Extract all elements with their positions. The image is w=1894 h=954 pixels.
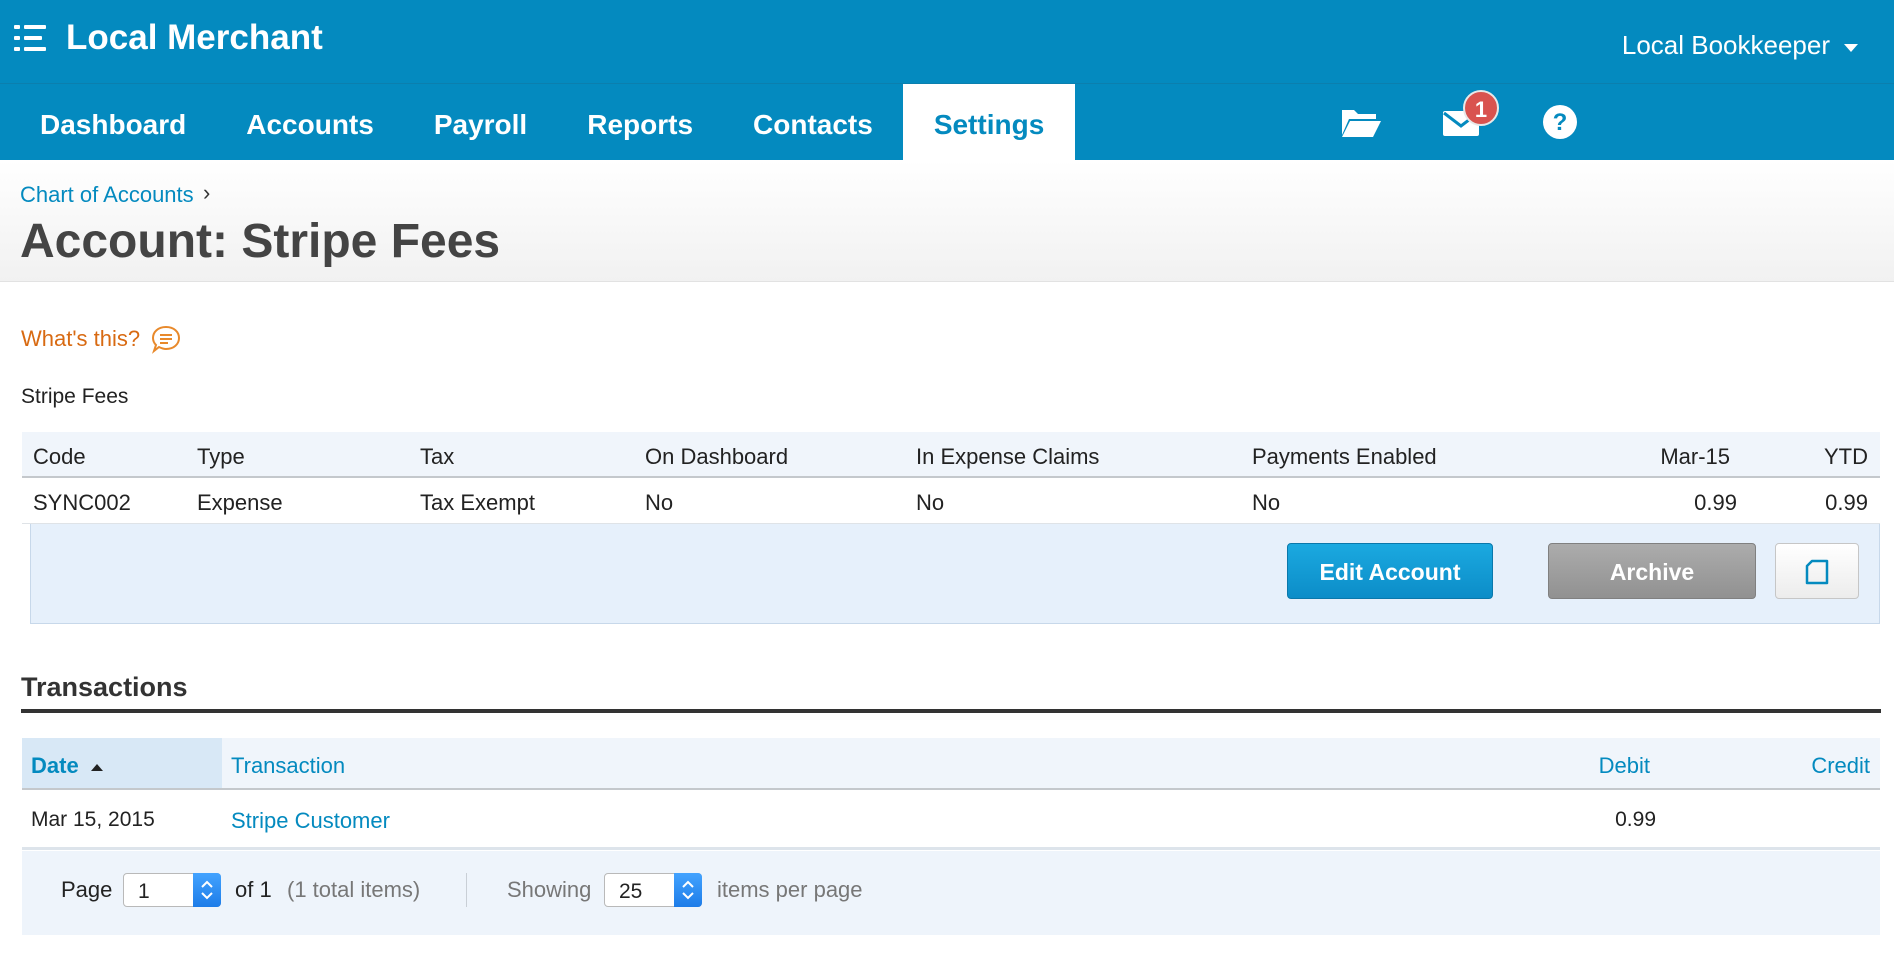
nav-accounts[interactable]: Accounts xyxy=(216,84,404,160)
transactions-header-row: Date Transaction Debit Credit xyxy=(22,738,1880,790)
nav-contacts[interactable]: Contacts xyxy=(723,84,903,160)
account-actions-bar: Edit Account Archive xyxy=(30,524,1880,624)
chevron-down-icon[interactable] xyxy=(1844,44,1858,52)
tx-date: Mar 15, 2015 xyxy=(31,808,155,831)
page-header: Chart of Accounts › Account: Stripe Fees xyxy=(0,160,1894,282)
total-items-label: (1 total items) xyxy=(287,877,421,902)
page-value: 1 xyxy=(138,880,150,903)
transactions-table: Date Transaction Debit Credit Mar 15, 20… xyxy=(22,738,1880,850)
cell-on-dashboard: No xyxy=(645,490,674,515)
user-menu[interactable]: Local Bookkeeper xyxy=(1622,30,1830,61)
cell-ytd: 0.99 xyxy=(1825,490,1868,515)
table-row: Mar 15, 2015 Stripe Customer 0.99 xyxy=(22,790,1880,850)
showing-label: Showing xyxy=(507,877,592,902)
nav-settings[interactable]: Settings xyxy=(902,84,1076,160)
org-name[interactable]: Local Merchant xyxy=(66,18,323,58)
stepper-arrows-icon[interactable] xyxy=(193,873,221,907)
table-header-row: Code Type Tax On Dashboard In Expense Cl… xyxy=(22,432,1880,478)
breadcrumb-chart-of-accounts[interactable]: Chart of Accounts xyxy=(20,182,194,208)
whats-this-link[interactable]: What's this? xyxy=(21,324,182,354)
cell-mar-15: 0.99 xyxy=(1694,490,1737,515)
col-credit[interactable]: Credit xyxy=(1811,753,1870,779)
col-in-expense-claims: In Expense Claims xyxy=(916,444,1100,469)
copy-icon xyxy=(1805,559,1829,585)
edit-account-button[interactable]: Edit Account xyxy=(1287,543,1493,599)
col-type: Type xyxy=(197,444,245,469)
col-payments-enabled: Payments Enabled xyxy=(1252,444,1437,469)
tx-debit: 0.99 xyxy=(1615,808,1656,831)
org-switcher[interactable]: Local Merchant xyxy=(14,18,323,58)
nav-reports[interactable]: Reports xyxy=(557,84,723,160)
top-header: Local Merchant Local Bookkeeper Dashboar… xyxy=(0,0,1894,160)
cell-in-expense-claims: No xyxy=(916,490,945,515)
help-icon[interactable]: ? xyxy=(1540,102,1584,142)
page-label: Page xyxy=(61,877,113,902)
cell-code: SYNC002 xyxy=(33,490,131,515)
copy-button[interactable] xyxy=(1775,543,1859,599)
menu-icon[interactable] xyxy=(14,23,46,53)
speech-bubble-icon xyxy=(152,325,181,354)
mail-badge: 1 xyxy=(1463,90,1499,126)
account-name: Stripe Fees xyxy=(21,385,129,408)
pager-divider xyxy=(466,873,467,907)
nav-payroll[interactable]: Payroll xyxy=(404,84,557,160)
col-code: Code xyxy=(33,444,86,469)
col-tax: Tax xyxy=(420,444,455,469)
cell-tax: Tax Exempt xyxy=(420,490,535,515)
breadcrumb-separator: › xyxy=(203,180,211,205)
transactions-heading: Transactions xyxy=(21,672,188,702)
cell-payments-enabled: No xyxy=(1252,490,1281,515)
svg-text:?: ? xyxy=(1553,109,1568,136)
cell-type: Expense xyxy=(197,490,283,515)
col-debit[interactable]: Debit xyxy=(1599,753,1650,779)
col-ytd: YTD xyxy=(1824,444,1868,469)
col-transaction[interactable]: Transaction xyxy=(231,753,345,779)
page-of-label: of 1 xyxy=(235,877,272,902)
transactions-divider xyxy=(21,709,1881,713)
col-date-label: Date xyxy=(31,753,79,778)
page-stepper[interactable]: 1 xyxy=(123,873,221,907)
page-title: Account: Stripe Fees xyxy=(20,215,501,268)
sort-ascending-icon xyxy=(90,764,103,771)
items-per-page-value: 25 xyxy=(619,880,643,903)
main-nav: Dashboard Accounts Payroll Reports Conta… xyxy=(0,84,1076,160)
table-row: SYNC002 Expense Tax Exempt No No No 0.99… xyxy=(22,478,1880,524)
col-mar-15: Mar-15 xyxy=(1660,444,1730,469)
items-per-page-label: items per page xyxy=(717,877,863,902)
whats-this-label: What's this? xyxy=(21,326,141,351)
items-per-page-stepper[interactable]: 25 xyxy=(604,873,702,907)
nav-dashboard[interactable]: Dashboard xyxy=(0,84,216,160)
account-summary-table: Code Type Tax On Dashboard In Expense Cl… xyxy=(22,432,1880,524)
col-date[interactable]: Date xyxy=(31,753,105,779)
folder-icon[interactable] xyxy=(1339,102,1383,142)
archive-button[interactable]: Archive xyxy=(1548,543,1756,599)
stepper-arrows-icon[interactable] xyxy=(674,873,702,907)
col-on-dashboard: On Dashboard xyxy=(645,444,789,469)
pagination-bar: Page 1 of 1 (1 total items) Showing 25 i… xyxy=(22,851,1880,935)
tx-transaction-link[interactable]: Stripe Customer xyxy=(231,808,390,834)
